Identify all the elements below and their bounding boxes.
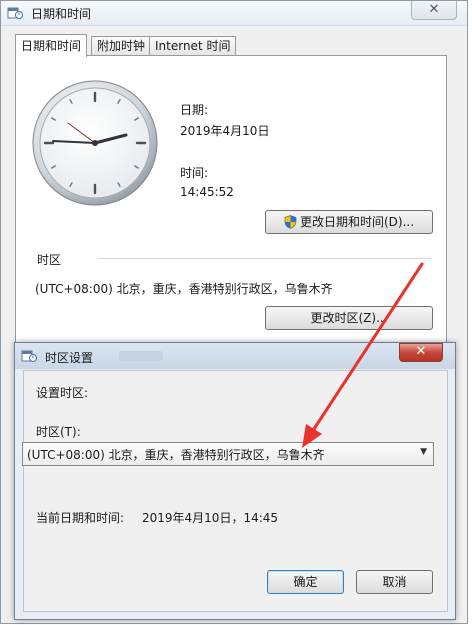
section-divider (98, 258, 431, 259)
set-timezone-heading: 设置时区: (36, 386, 89, 400)
blurred-title-region (119, 351, 163, 361)
change-datetime-label: 更改日期和时间(D)... (299, 215, 415, 229)
timezone-select-value: (UTC+08:00) 北京，重庆，香港特别行政区，乌鲁木齐 (27, 448, 325, 462)
change-datetime-button[interactable]: 更改日期和时间(D)... (265, 210, 433, 234)
dialog-titlebar: 时区设置 ✕ (15, 343, 455, 369)
time-label: 时间: (180, 166, 209, 180)
timezone-section-label: 时区 (37, 253, 62, 267)
titlebar: 日期和时间 ✕ (1, 1, 467, 26)
ok-label: 确定 (293, 575, 318, 589)
ok-button[interactable]: 确定 (267, 570, 344, 594)
cancel-label: 取消 (382, 575, 407, 589)
current-datetime-value: 2019年4月10日，14:45 (142, 511, 279, 525)
tab-additional-clocks[interactable]: 附加时钟 (91, 36, 152, 56)
date-label: 日期: (180, 103, 209, 117)
chevron-down-icon: ▼ (420, 447, 427, 457)
cancel-button[interactable]: 取消 (356, 570, 433, 594)
close-icon: ✕ (428, 2, 440, 17)
date-value: 2019年4月10日 (180, 124, 270, 138)
current-datetime-label: 当前日期和时间: (36, 511, 125, 525)
dialog-title: 时区设置 (45, 351, 94, 365)
change-timezone-label: 更改时区(Z)... (310, 311, 388, 325)
tab-label: Internet 时间 (155, 39, 231, 53)
timezone-field-label: 时区(T): (36, 425, 81, 439)
dialog-close-button[interactable]: ✕ (399, 343, 443, 362)
datetime-window-icon (21, 350, 37, 362)
tab-label: 日期和时间 (21, 39, 82, 53)
uac-shield-icon (284, 215, 297, 229)
close-button[interactable]: ✕ (411, 1, 457, 20)
window-title: 日期和时间 (31, 7, 92, 21)
tab-label: 附加时钟 (97, 39, 146, 53)
tab-date-time[interactable]: 日期和时间 (15, 34, 88, 57)
datetime-window-icon (7, 7, 23, 19)
time-value: 14:45:52 (180, 185, 234, 199)
tab-internet-time[interactable]: Internet 时间 (149, 36, 237, 56)
timezone-select[interactable]: (UTC+08:00) 北京，重庆，香港特别行政区，乌鲁木齐 ▼ (22, 442, 434, 466)
close-icon: ✕ (415, 344, 427, 359)
analog-clock-icon (32, 80, 158, 206)
timezone-value: (UTC+08:00) 北京，重庆，香港特别行政区，乌鲁木齐 (35, 282, 333, 296)
change-timezone-button[interactable]: 更改时区(Z)... (265, 306, 433, 330)
